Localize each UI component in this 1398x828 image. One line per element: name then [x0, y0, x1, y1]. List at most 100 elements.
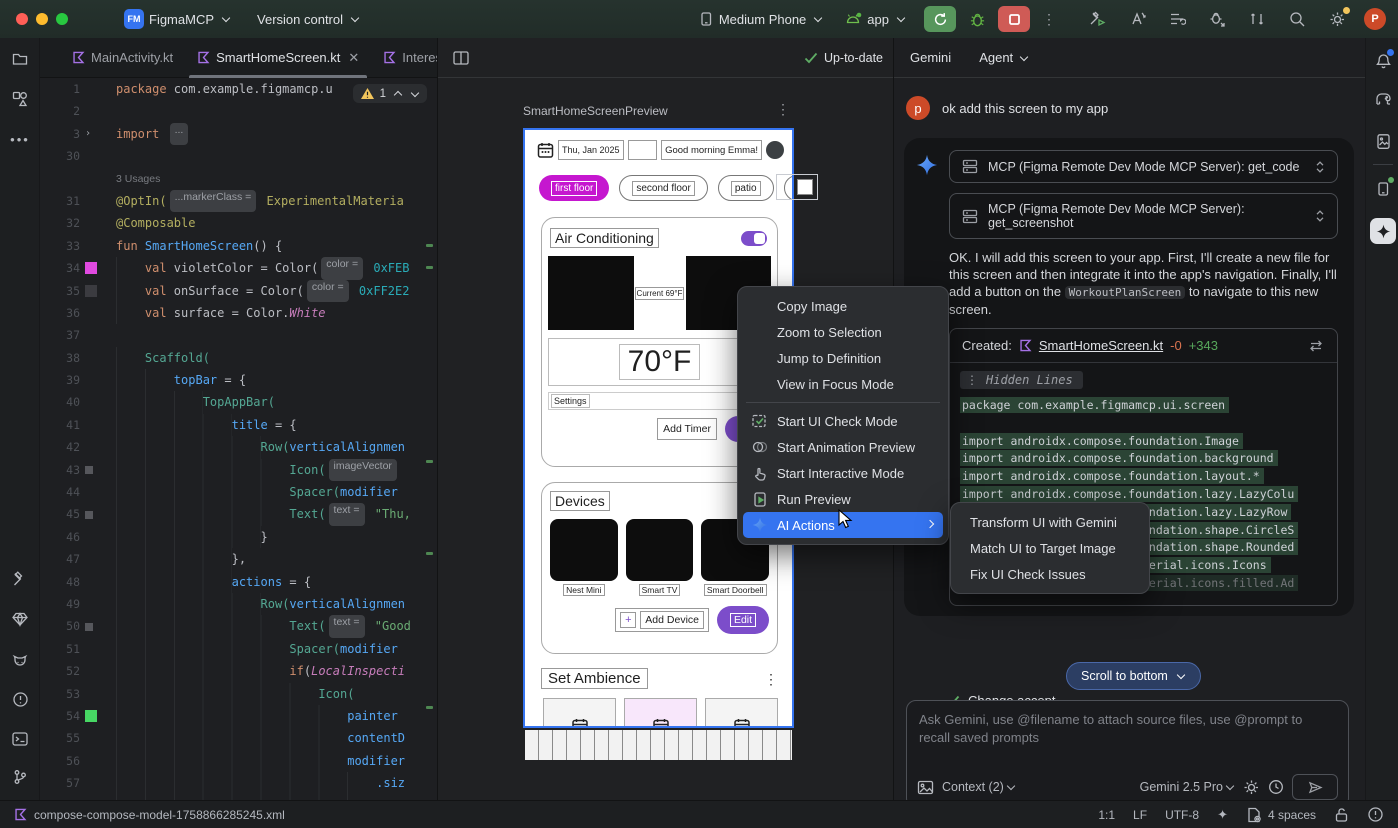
code-line[interactable]: 47},	[40, 548, 437, 570]
next-inspection-icon[interactable]	[411, 88, 419, 96]
maximize-window-button[interactable]	[56, 13, 68, 25]
preview-options-button[interactable]: ⋮	[776, 102, 790, 116]
expand-icon[interactable]	[1315, 209, 1325, 223]
menu-item-start-animation-preview[interactable]: Start Animation Preview	[743, 434, 943, 460]
chat-settings-icon[interactable]	[1243, 779, 1260, 796]
ambience-options-button[interactable]: ⋮	[764, 672, 778, 686]
terminal-button[interactable]	[9, 728, 31, 750]
line-ending[interactable]: LF	[1133, 808, 1147, 822]
menu-item-view-in-focus-mode[interactable]: View in Focus Mode	[743, 371, 943, 397]
vcs-menu[interactable]: Version control	[257, 12, 360, 27]
ambience-tile[interactable]	[543, 698, 616, 728]
tab-smarthomescreen-kt[interactable]: SmartHomeScreen.kt✕	[185, 38, 371, 78]
tab-agent[interactable]: Agent	[979, 50, 1029, 65]
expand-icon[interactable]	[1315, 160, 1325, 174]
code-line[interactable]: 37	[40, 324, 437, 346]
more-tool-windows-button[interactable]: •••	[9, 128, 31, 150]
settings-button[interactable]	[1324, 6, 1350, 32]
code-line[interactable]: 40TopAppBar(	[40, 391, 437, 413]
code-line[interactable]: 39topBar = {	[40, 369, 437, 391]
menu-item-jump-to-definition[interactable]: Jump to Definition	[743, 345, 943, 371]
code-line[interactable]: 3 Usages	[40, 168, 437, 190]
project-tool-button[interactable]	[9, 48, 31, 70]
close-tab-icon[interactable]: ✕	[348, 50, 359, 66]
room-chip[interactable]: second floor	[619, 175, 707, 201]
add-device-button[interactable]: + Add Device	[615, 608, 709, 632]
chat-input[interactable]: Ask Gemini, use @filename to attach sour…	[906, 700, 1349, 800]
more-run-options-button[interactable]: ⋮	[1036, 6, 1062, 32]
todo-list-button[interactable]	[1164, 6, 1190, 32]
fold-arrow-icon[interactable]: ›	[85, 123, 91, 145]
chat-area[interactable]: p ok add this screen to my app MCP (Figm…	[894, 78, 1365, 800]
submenu-item-transform-ui-with-gemini[interactable]: Transform UI with Gemini	[956, 509, 1144, 535]
room-chip[interactable]: first floor	[539, 175, 609, 201]
lock-open-icon[interactable]	[1334, 807, 1349, 823]
device-tile[interactable]: Nest Mini	[550, 519, 618, 596]
code-line[interactable]: 54painter	[40, 705, 437, 727]
code-line[interactable]: 35val onSurface = Color(color = 0xFF2E2	[40, 280, 437, 302]
rerun-button[interactable]	[924, 6, 956, 32]
code-line[interactable]: 52if(LocalInspecti	[40, 660, 437, 682]
run-config-selector[interactable]: app	[845, 12, 906, 27]
code-line[interactable]: 33fun SmartHomeScreen() {	[40, 235, 437, 257]
menu-item-start-interactive-mode[interactable]: Start Interactive Mode	[743, 460, 943, 486]
app-insights-button[interactable]	[9, 608, 31, 630]
search-everywhere-button[interactable]	[1284, 6, 1310, 32]
sync-button[interactable]	[1124, 6, 1150, 32]
gemini-tool-button[interactable]	[1370, 218, 1396, 244]
close-window-button[interactable]	[16, 13, 28, 25]
code-line[interactable]: 49Row(verticalAlignmen	[40, 593, 437, 615]
project-selector[interactable]: FM FigmaMCP	[124, 9, 231, 29]
ai-status-icon[interactable]: ✦	[1217, 807, 1228, 823]
send-button[interactable]	[1292, 774, 1338, 800]
layout-inspector-button[interactable]	[1372, 130, 1394, 152]
device-selector[interactable]: Medium Phone	[698, 11, 823, 27]
code-line[interactable]: 36val surface = Color.White	[40, 302, 437, 324]
notifications-button[interactable]	[1372, 50, 1394, 72]
ambience-tile[interactable]	[705, 698, 778, 728]
submenu-item-fix-ui-check-issues[interactable]: Fix UI Check Issues	[956, 561, 1144, 587]
code-line[interactable]: 41title = {	[40, 414, 437, 436]
code-line[interactable]: 53Icon(	[40, 683, 437, 705]
model-selector[interactable]: Gemini 2.5 Pro	[1140, 780, 1235, 794]
usages-hint[interactable]: 3 Usages	[116, 168, 160, 190]
code-editor[interactable]: 1package com.example.figmamcp.u23›import…	[40, 78, 437, 800]
warning-circle-icon[interactable]	[1367, 806, 1384, 823]
problems-button[interactable]	[9, 688, 31, 710]
tab-mainactivity-kt[interactable]: MainActivity.kt	[60, 38, 185, 78]
debug-button[interactable]	[964, 6, 990, 32]
submenu-item-match-ui-to-target-image[interactable]: Match UI to Target Image	[956, 535, 1144, 561]
ambience-tile[interactable]	[624, 698, 697, 728]
code-line[interactable]: 30	[40, 145, 437, 167]
scroll-to-bottom-button[interactable]: Scroll to bottom	[1066, 662, 1201, 690]
code-line[interactable]: 56modifier	[40, 750, 437, 772]
version-control-button[interactable]	[9, 766, 31, 788]
code-line[interactable]: 31@OptIn(...markerClass = ExperimentalMa…	[40, 190, 437, 212]
code-line[interactable]: 2	[40, 100, 437, 122]
profile-button[interactable]: P	[1364, 8, 1386, 30]
code-line[interactable]: 34val violetColor = Color(color = 0xFEB	[40, 257, 437, 279]
cursor-position[interactable]: 1:1	[1098, 808, 1115, 822]
add-timer-button[interactable]: Add Timer	[657, 418, 717, 440]
code-line[interactable]: 44Spacer(modifier	[40, 481, 437, 503]
attach-debugger-button[interactable]	[1204, 6, 1230, 32]
ac-toggle[interactable]	[741, 231, 767, 246]
stop-button[interactable]	[998, 6, 1030, 32]
running-devices-button[interactable]	[1372, 178, 1394, 200]
file-encoding[interactable]: UTF-8	[1165, 808, 1199, 822]
code-line[interactable]: 45Text(text = "Thu,	[40, 503, 437, 525]
prev-inspection-icon[interactable]	[394, 91, 402, 99]
code-line[interactable]: 51Spacer(modifier	[40, 638, 437, 660]
build-run-button[interactable]	[1084, 6, 1110, 32]
build-tool-button[interactable]	[9, 568, 31, 590]
gutter-color-swatch[interactable]	[85, 285, 97, 297]
code-line[interactable]: 48actions = {	[40, 571, 437, 593]
menu-item-zoom-to-selection[interactable]: Zoom to Selection	[743, 319, 943, 345]
code-line[interactable]: 43Icon(imageVector	[40, 459, 437, 481]
diff-view-icon[interactable]	[1307, 339, 1325, 353]
device-tile[interactable]: Smart TV	[626, 519, 694, 596]
context-selector[interactable]: Context (2)	[942, 780, 1016, 794]
indent-settings[interactable]: 4 spaces	[1246, 807, 1316, 823]
mcp-tool-card[interactable]: MCP (Figma Remote Dev Mode MCP Server): …	[949, 150, 1338, 183]
code-line[interactable]: 55contentD	[40, 727, 437, 749]
